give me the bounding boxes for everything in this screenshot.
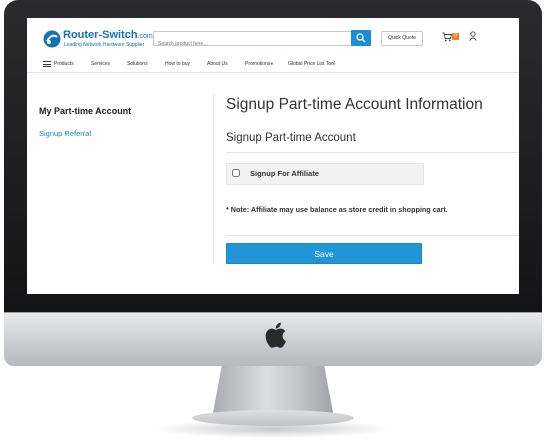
nav-item-promotions[interactable]: Promotions● [245, 58, 273, 71]
sidebar-title: My Part-time Account [39, 106, 132, 116]
cart-button[interactable]: 0 [442, 31, 462, 43]
search-icon [356, 33, 366, 43]
site-header: Router-Switch.com Leading Network Hardwa… [27, 18, 519, 58]
sidebar-item-signup-referral[interactable]: Signup Referral [39, 129, 91, 138]
screen: Router-Switch.com Leading Network Hardwa… [27, 18, 519, 294]
router-switch-logo-icon [43, 30, 61, 48]
nav-item-how-to-buy[interactable]: How to buy [165, 58, 190, 71]
affiliate-checkbox-label: Signup For Affiliate [250, 169, 319, 178]
logo-tagline: Leading Network Hardware Supplier [64, 42, 145, 48]
sidebar-divider [213, 94, 214, 264]
cart-icon [442, 32, 452, 42]
section-divider [226, 152, 519, 153]
form-divider [226, 235, 519, 236]
section-title: Signup Part-time Account [226, 132, 356, 144]
imac-stand-foot [192, 410, 354, 426]
main-nav: Products Services Solutions How to buy A… [27, 58, 519, 71]
nav-divider [27, 72, 519, 73]
chin-divider [4, 312, 542, 313]
nav-item-services[interactable]: Services [91, 58, 110, 71]
search-input[interactable] [154, 37, 352, 51]
nav-item-solutions[interactable]: Solutions [127, 58, 148, 71]
nav-item-products[interactable]: Products [54, 58, 74, 71]
logo-name: Router-Switch.com [63, 29, 153, 41]
save-button[interactable]: Save [226, 243, 422, 264]
nav-item-global-price-list-tool[interactable]: Global Price List Tool [288, 58, 335, 71]
search-input-wrapper [153, 31, 352, 51]
promotions-hot-marker: ● [270, 61, 274, 67]
affiliate-note: * Note: Affiliate may use balance as sto… [226, 205, 448, 214]
user-icon[interactable] [469, 31, 477, 41]
affiliate-checkbox[interactable] [232, 169, 240, 177]
search-button[interactable] [351, 30, 371, 46]
nav-item-about-us[interactable]: About Us [207, 58, 228, 71]
page-title: Signup Part-time Account Information [226, 96, 483, 113]
apple-logo-icon [265, 322, 286, 348]
imac-mockup: Router-Switch.com Leading Network Hardwa… [0, 0, 546, 445]
cart-count-badge: 0 [452, 33, 459, 40]
menu-icon [43, 61, 51, 67]
quick-quote-button[interactable]: Quick Quote [381, 31, 423, 46]
affiliate-option: Signup For Affiliate [226, 163, 424, 185]
